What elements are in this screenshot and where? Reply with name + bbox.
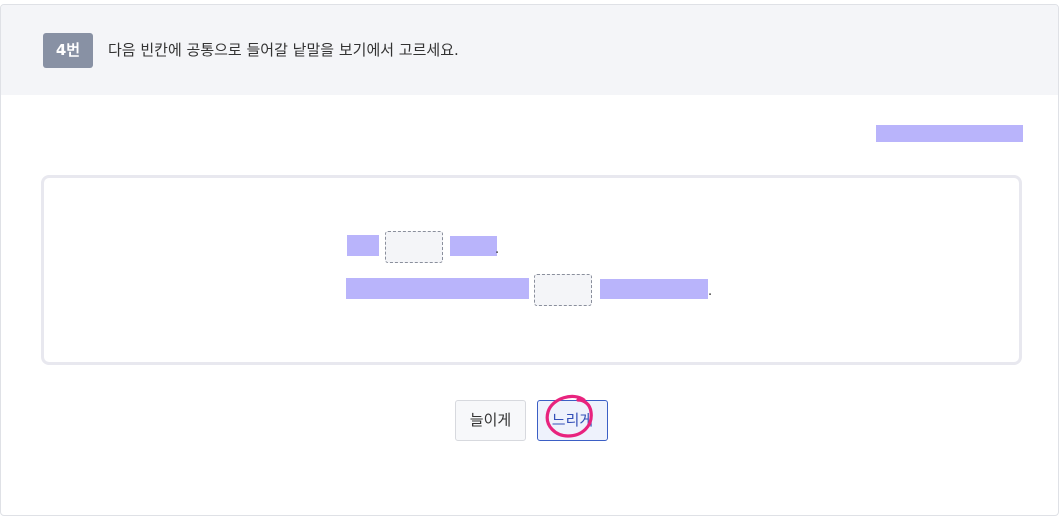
answer-blank-1: [385, 231, 443, 263]
sentence-end: .: [708, 284, 713, 299]
choice-button-2-selected[interactable]: 느리게: [537, 400, 608, 441]
choice-button-1[interactable]: 늘이게: [455, 400, 526, 441]
redacted-text: [346, 278, 529, 299]
question-header: 4번 다음 빈칸에 공통으로 들어갈 낱말을 보기에서 고르세요.: [1, 5, 1058, 95]
redacted-block: [876, 125, 1023, 142]
sentence-end: .: [495, 242, 500, 257]
redacted-text: [450, 236, 497, 256]
question-card: 4번 다음 빈칸에 공통으로 들어갈 낱말을 보기에서 고르세요. . . 늘이…: [0, 4, 1059, 516]
question-number-badge: 4번: [43, 33, 93, 68]
passage-box: . .: [41, 175, 1022, 365]
answer-blank-2: [534, 274, 592, 306]
redacted-text: [347, 235, 379, 256]
question-prompt: 다음 빈칸에 공통으로 들어갈 낱말을 보기에서 고르세요.: [108, 41, 459, 59]
redacted-text: [600, 279, 708, 299]
